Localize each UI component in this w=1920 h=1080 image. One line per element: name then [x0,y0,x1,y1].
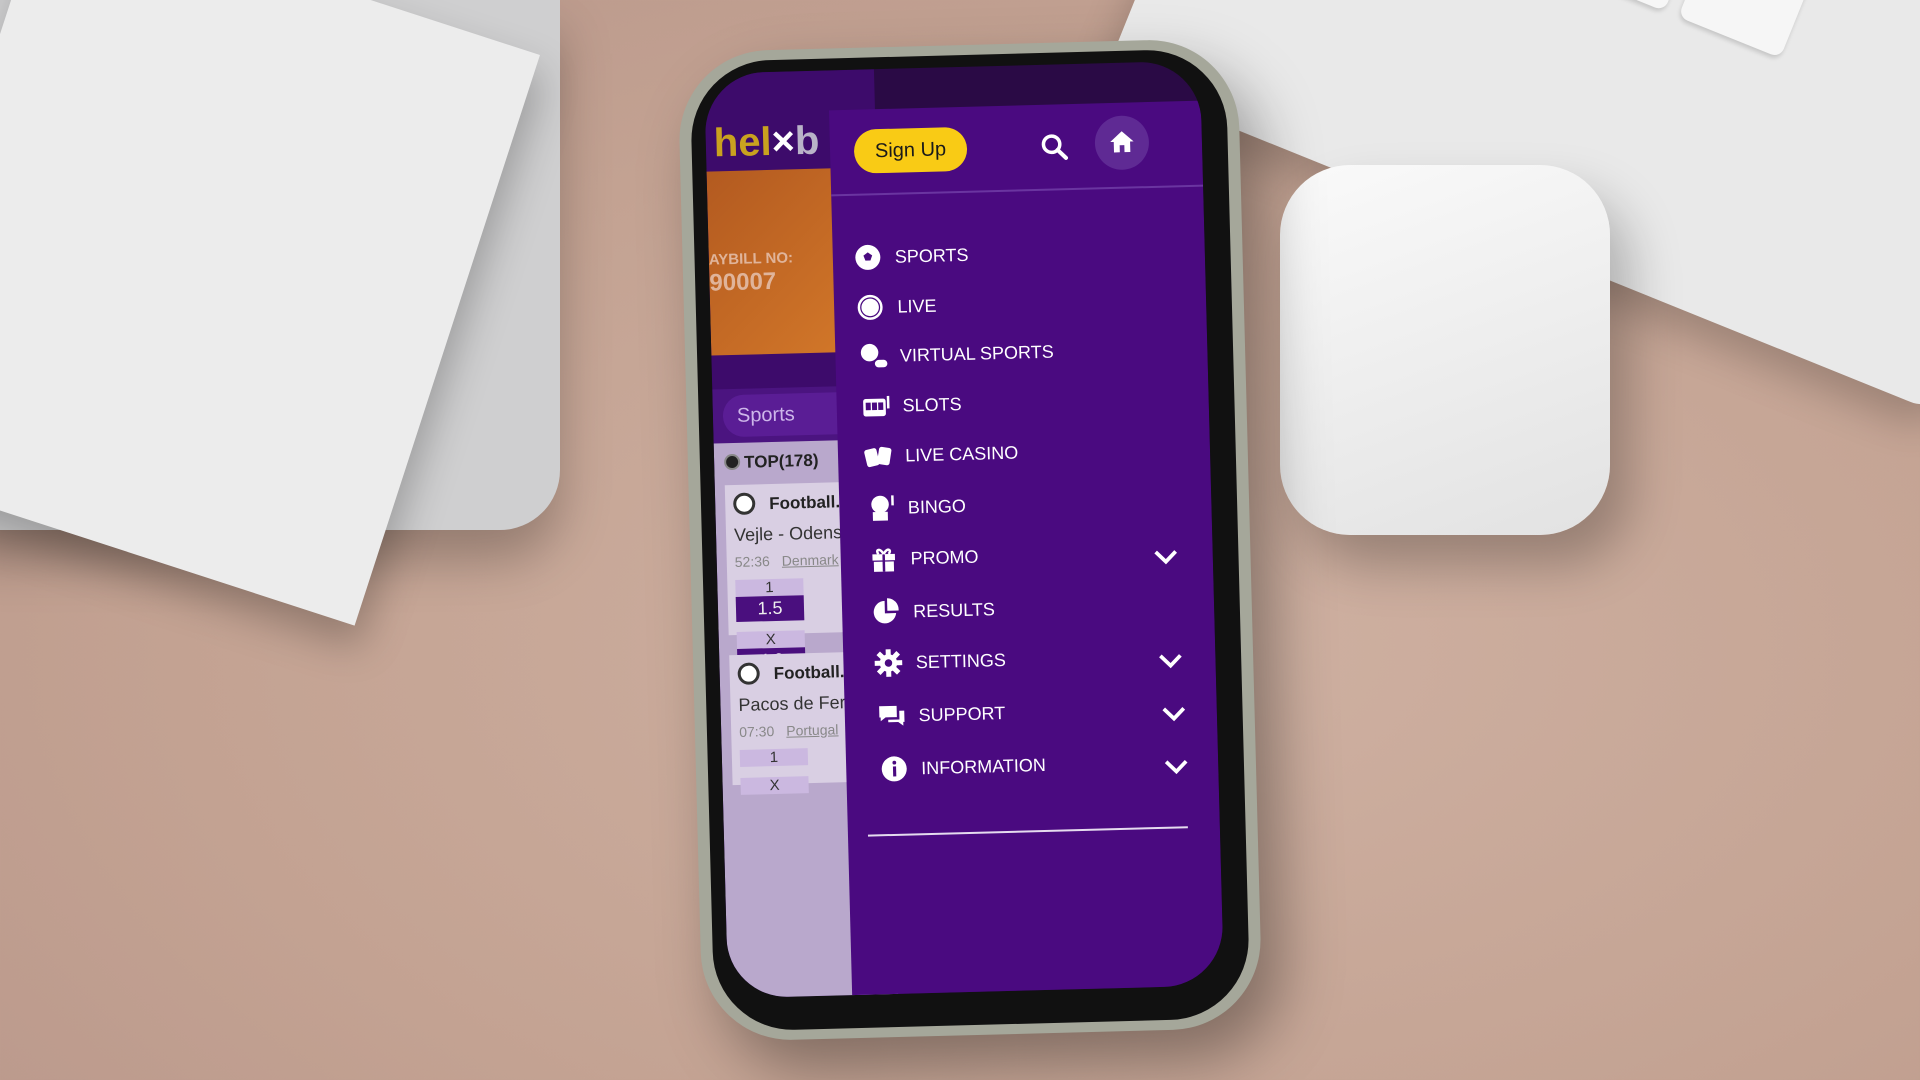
soccer-ball-icon [855,244,881,270]
cards-icon [864,446,892,468]
menu-item-label: INFORMATION [920,754,1047,778]
menu-item-support[interactable]: SUPPORT [876,689,1217,734]
menu-item-promo[interactable]: PROMO [868,533,1209,578]
info-icon [881,756,907,782]
menu-divider [867,826,1188,837]
menu-item-results[interactable]: RESULTS [871,586,1212,631]
menu-item-live-casino[interactable]: LIVE CASINO [863,430,1204,475]
odds-button[interactable]: X [740,776,809,795]
menu-item-slots[interactable]: SLOTS [860,380,1201,425]
menu-item-live[interactable]: LIVE [855,281,1196,326]
home-button[interactable] [1094,115,1150,171]
odds-button[interactable]: 1 1.5 [735,578,805,622]
menu-item-label: SPORTS [894,244,969,267]
menu-item-label: SLOTS [902,393,962,416]
slot-machine-icon [863,395,890,417]
top-filter[interactable]: TOP(178) [723,451,819,473]
live-circle-icon [857,294,883,320]
menu-header: Sign Up [828,100,1204,197]
airpods-case [1280,165,1610,535]
menu-item-label: RESULTS [912,598,996,621]
menu-item-information[interactable]: INFORMATION [879,742,1220,787]
menu-item-label: VIRTUAL SPORTS [899,341,1054,366]
bingo-icon [870,495,894,521]
virtual-sports-icon [860,343,887,368]
chat-icon [878,705,905,726]
league-link[interactable]: Denmark [782,551,839,568]
menu-item-sports[interactable]: SPORTS [852,231,1193,276]
chevron-down-icon[interactable] [1161,751,1192,782]
menu-item-virtual-sports[interactable]: VIRTUAL SPORTS [858,330,1199,375]
banner-number: 90007 [709,267,777,297]
gift-icon [872,548,895,572]
menu-item-label: PROMO [910,546,979,568]
menu-item-label: LIVE CASINO [904,442,1019,466]
phone-screen: hel×b AYBILL NO: 90007 Sports TOP(178) F… [703,60,1225,999]
soccer-ball-icon [732,492,756,516]
odds-button[interactable]: 1 [739,748,809,767]
league-link[interactable]: Portugal [786,721,839,738]
banner-text: AYBILL NO: [708,249,794,269]
logo: hel×b [713,118,820,166]
menu-item-bingo[interactable]: BINGO [865,482,1206,527]
chevron-down-icon[interactable] [1156,645,1187,676]
menu-item-settings[interactable]: SETTINGS [873,637,1214,682]
soccer-ball-icon [737,662,760,685]
search-icon[interactable] [1040,132,1069,161]
sign-up-button[interactable]: Sign Up [853,126,968,174]
menu-item-label: LIVE [897,295,937,317]
menu-item-label: SETTINGS [915,649,1007,672]
menu-item-label: BINGO [907,495,967,517]
chevron-down-icon[interactable] [1150,541,1181,572]
home-icon [1110,131,1134,153]
chevron-down-icon[interactable] [1158,698,1189,729]
gear-icon [875,649,903,677]
pie-chart-icon [873,598,899,624]
side-menu: Sign Up SPORTS LIVE VIRTUAL SPORTS SLOTS LIV… [828,100,1225,999]
menu-item-label: SUPPORT [918,702,1006,725]
